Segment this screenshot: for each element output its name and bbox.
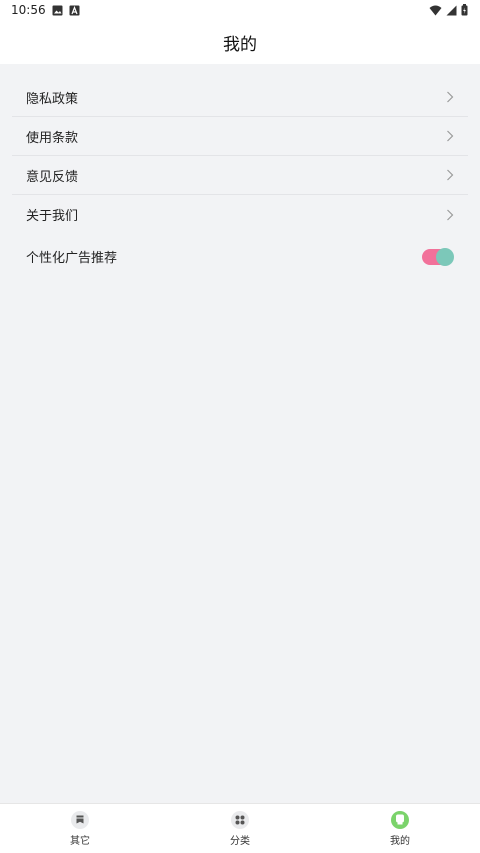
chevron-right-icon [447, 209, 454, 220]
grid-icon [231, 810, 249, 829]
menu-item-privacy-policy[interactable]: 隐私政策 [12, 78, 468, 117]
tab-label: 我的 [390, 835, 410, 847]
tab-other[interactable]: 其它 [30, 810, 130, 847]
menu-item-label: 隐私政策 [26, 91, 79, 107]
page-title: 我的 [223, 34, 257, 55]
notification-a-icon [69, 5, 80, 15]
battery-icon [461, 4, 468, 16]
chevron-right-icon [447, 130, 454, 142]
page-header: 我的 [0, 20, 480, 64]
tab-label: 其它 [70, 835, 90, 847]
bottom-tab-bar: 其它 分类 我的 [0, 803, 480, 853]
profile-icon [391, 810, 409, 829]
menu-item-about-us[interactable]: 关于我们 [12, 195, 468, 234]
tab-mine[interactable]: 我的 [350, 810, 450, 847]
tab-category[interactable]: 分类 [190, 810, 290, 847]
menu-item-label: 使用条款 [26, 130, 79, 146]
chevron-right-icon [447, 169, 454, 181]
status-time: 10:56 [11, 3, 46, 17]
signal-icon [446, 5, 457, 15]
bookmark-icon [71, 810, 89, 829]
ad-toggle-label: 个性化广告推荐 [26, 251, 118, 266]
tab-label: 分类 [230, 835, 250, 847]
chevron-right-icon [447, 91, 454, 103]
menu-item-terms-of-use[interactable]: 使用条款 [12, 117, 468, 156]
menu-item-label: 意见反馈 [26, 169, 79, 185]
status-bar: 10:56 [0, 0, 480, 20]
personalized-ads-toggle[interactable] [422, 247, 454, 266]
menu-item-personalized-ads: 个性化广告推荐 [12, 234, 468, 279]
wifi-icon [429, 5, 442, 15]
settings-list: 隐私政策 使用条款 意见反馈 关于我们 个性化广告推荐 [12, 78, 468, 279]
toggle-knob [436, 247, 454, 266]
image-icon [52, 5, 63, 15]
status-right [429, 4, 468, 16]
menu-item-feedback[interactable]: 意见反馈 [12, 156, 468, 195]
menu-item-label: 关于我们 [26, 209, 79, 224]
status-left: 10:56 [11, 3, 80, 17]
